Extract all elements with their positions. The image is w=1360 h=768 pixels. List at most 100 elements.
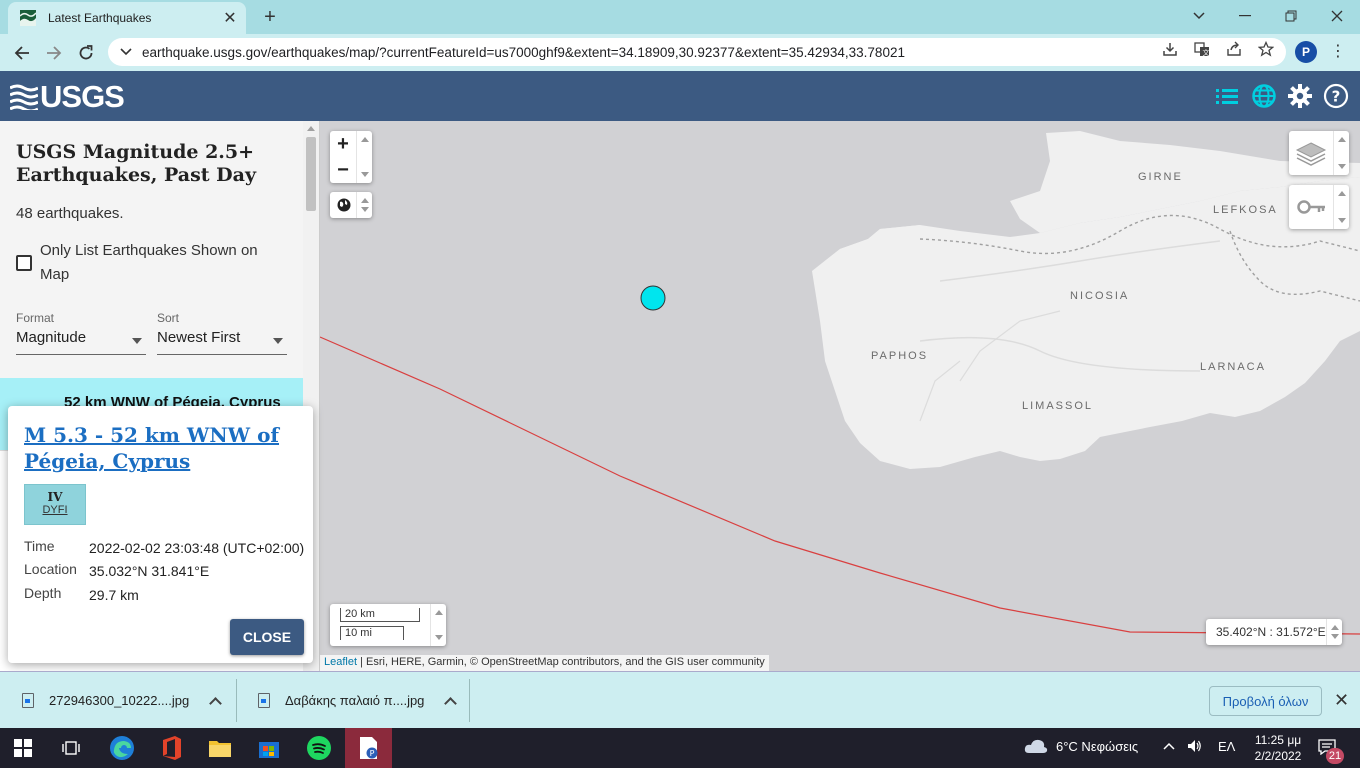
minimize-icon[interactable] bbox=[1222, 0, 1268, 32]
close-button[interactable]: CLOSE bbox=[230, 619, 304, 655]
list-title: USGS Magnitude 2.5+ Earthquakes, Past Da… bbox=[16, 141, 256, 186]
zoom-in-button[interactable]: + bbox=[330, 131, 356, 157]
usgs-header: USGS ? bbox=[0, 71, 1360, 121]
format-select[interactable]: Magnitude bbox=[16, 329, 146, 355]
only-list-shown-label[interactable]: Only List Earthquakes Shown on Map bbox=[40, 239, 290, 287]
earthquake-title-link[interactable]: M 5.3 - 52 km WNW of Pégeia, Cyprus bbox=[24, 422, 294, 474]
microsoft-store-icon[interactable] bbox=[246, 728, 292, 768]
browser-menu-icon[interactable]: ⋮ bbox=[1330, 42, 1346, 62]
dyfi-badge[interactable]: IV DYFI bbox=[24, 484, 86, 525]
place-label-nicosia: NICOSIA bbox=[1070, 290, 1130, 302]
image-file-icon bbox=[22, 693, 34, 708]
window-close-icon[interactable] bbox=[1314, 0, 1360, 32]
earthquake-marker[interactable] bbox=[640, 285, 666, 311]
time-value: 2022-02-02 23:03:48 (UTC+02:00) bbox=[89, 540, 305, 556]
depth-label: Depth bbox=[24, 585, 62, 601]
help-icon[interactable]: ? bbox=[1323, 83, 1349, 109]
download-item-1[interactable]: 272946300_10222....jpg bbox=[0, 672, 236, 729]
share-icon[interactable] bbox=[1226, 41, 1242, 57]
legend-control bbox=[1289, 185, 1349, 229]
new-tab-plus-icon[interactable]: + bbox=[258, 5, 282, 29]
basemap bbox=[320, 131, 1360, 635]
leaflet-link[interactable]: Leaflet bbox=[324, 656, 357, 668]
coordinate-readout: 35.402°N : 31.572°E bbox=[1206, 619, 1342, 645]
download-bar: 272946300_10222....jpg Δαβάκης παλαιό π.… bbox=[0, 671, 1360, 728]
earthquake-count: 48 earthquakes. bbox=[16, 205, 124, 222]
download-filename-1: 272946300_10222....jpg bbox=[49, 693, 190, 708]
download-filename-2: Δαβάκης παλαιό π....jpg bbox=[285, 693, 425, 708]
divider bbox=[469, 679, 470, 722]
layers-icon[interactable] bbox=[1295, 137, 1327, 169]
chevron-up-icon[interactable] bbox=[209, 696, 223, 710]
zoom-out-button[interactable]: − bbox=[330, 157, 356, 183]
spotify-icon[interactable] bbox=[296, 728, 342, 768]
volume-icon[interactable] bbox=[1186, 738, 1202, 757]
sort-dropdown-caret-icon bbox=[273, 338, 283, 344]
notification-count-badge: 21 bbox=[1326, 748, 1344, 764]
format-selected-value: Magnitude bbox=[16, 329, 87, 346]
weather-widget[interactable]: 6°C Νεφώσεις bbox=[1024, 738, 1138, 754]
zoom-control: + − bbox=[330, 131, 372, 183]
list-icon[interactable] bbox=[1214, 83, 1240, 109]
scroll-up-arrow-icon[interactable] bbox=[307, 126, 315, 131]
address-bar[interactable]: earthquake.usgs.gov/earthquakes/map/?cur… bbox=[108, 38, 1286, 66]
sort-select[interactable]: Newest First bbox=[157, 329, 287, 355]
key-icon[interactable] bbox=[1297, 198, 1327, 216]
task-view-icon[interactable] bbox=[48, 728, 94, 768]
location-label: Location bbox=[24, 561, 77, 577]
usgs-logo[interactable]: USGS bbox=[10, 79, 125, 114]
coordinate-text: 35.402°N : 31.572°E bbox=[1216, 625, 1326, 639]
browser-tab[interactable]: Latest Earthquakes ✕ bbox=[8, 2, 246, 34]
edge-browser-icon[interactable] bbox=[99, 728, 145, 768]
profile-avatar[interactable]: P bbox=[1295, 41, 1317, 63]
windows-start-icon[interactable] bbox=[0, 728, 46, 768]
url-text: earthquake.usgs.gov/earthquakes/map/?cur… bbox=[142, 44, 905, 60]
only-list-shown-checkbox[interactable] bbox=[16, 255, 32, 271]
scale-km: 20 km bbox=[340, 608, 420, 622]
clock[interactable]: 11:25 μμ 2/2/2022 bbox=[1248, 732, 1308, 764]
forward-arrow-icon[interactable] bbox=[41, 40, 67, 66]
show-hidden-icons-chevron-icon[interactable] bbox=[1163, 738, 1175, 753]
place-label-limassol: LIMASSOL bbox=[1022, 400, 1094, 412]
bookmark-star-icon[interactable] bbox=[1258, 41, 1274, 57]
globe-map-icon[interactable] bbox=[1251, 83, 1277, 109]
svg-text:P: P bbox=[370, 749, 375, 758]
weather-text: 6°C Νεφώσεις bbox=[1056, 738, 1139, 754]
browser-tab-strip: Latest Earthquakes ✕ + bbox=[0, 0, 1360, 34]
chevron-up-icon[interactable] bbox=[444, 696, 458, 710]
site-info-chevron-icon[interactable] bbox=[120, 48, 132, 56]
back-arrow-icon[interactable] bbox=[9, 40, 35, 66]
download-item-2[interactable]: Δαβάκης παλαιό π....jpg bbox=[236, 672, 469, 729]
image-file-icon bbox=[258, 693, 270, 708]
place-label-paphos: PAPHOS bbox=[871, 350, 929, 362]
tab-close-icon[interactable]: ✕ bbox=[220, 8, 240, 28]
scrollbar-thumb[interactable] bbox=[306, 137, 316, 211]
translate-icon[interactable]: 文 bbox=[1194, 41, 1210, 57]
place-label-girne: GIRNE bbox=[1138, 171, 1183, 183]
settings-gear-icon[interactable] bbox=[1287, 83, 1313, 109]
powerpoint-viewer-icon[interactable]: P bbox=[345, 728, 391, 768]
tab-search-chevron-icon[interactable] bbox=[1176, 0, 1222, 32]
office-icon[interactable] bbox=[149, 728, 195, 768]
dyfi-level: IV bbox=[47, 490, 63, 504]
scale-mi: 10 mi bbox=[340, 626, 404, 640]
install-app-icon[interactable] bbox=[1162, 41, 1178, 57]
reload-icon[interactable] bbox=[73, 40, 99, 66]
usgs-logo-text: USGS bbox=[40, 79, 125, 114]
format-label: Format bbox=[16, 311, 55, 325]
windows-taskbar: P 6°C Νεφώσεις ΕΛ 11:25 μμ 2/2/2022 bbox=[0, 728, 1360, 768]
show-all-downloads-button[interactable]: Προβολή όλων bbox=[1209, 686, 1322, 716]
sort-label: Sort bbox=[157, 311, 180, 325]
tab-title: Latest Earthquakes bbox=[48, 11, 152, 25]
usgs-wave-logo-icon bbox=[10, 84, 38, 110]
zoom-control-scroll[interactable] bbox=[356, 131, 372, 183]
close-download-bar-icon[interactable]: ✕ bbox=[1334, 690, 1349, 711]
location-value: 35.032°N 31.841°E bbox=[89, 563, 210, 579]
file-explorer-icon[interactable] bbox=[197, 728, 243, 768]
restore-icon[interactable] bbox=[1268, 0, 1314, 32]
input-language[interactable]: ΕΛ bbox=[1218, 739, 1235, 754]
globe-icon[interactable] bbox=[336, 197, 352, 213]
map-view[interactable]: GIRNE LEFKOSA NICOSIA PAPHOS LARNACA LIM… bbox=[320, 121, 1360, 671]
svg-text:文: 文 bbox=[1203, 48, 1210, 57]
usgs-favicon-icon bbox=[20, 10, 36, 26]
